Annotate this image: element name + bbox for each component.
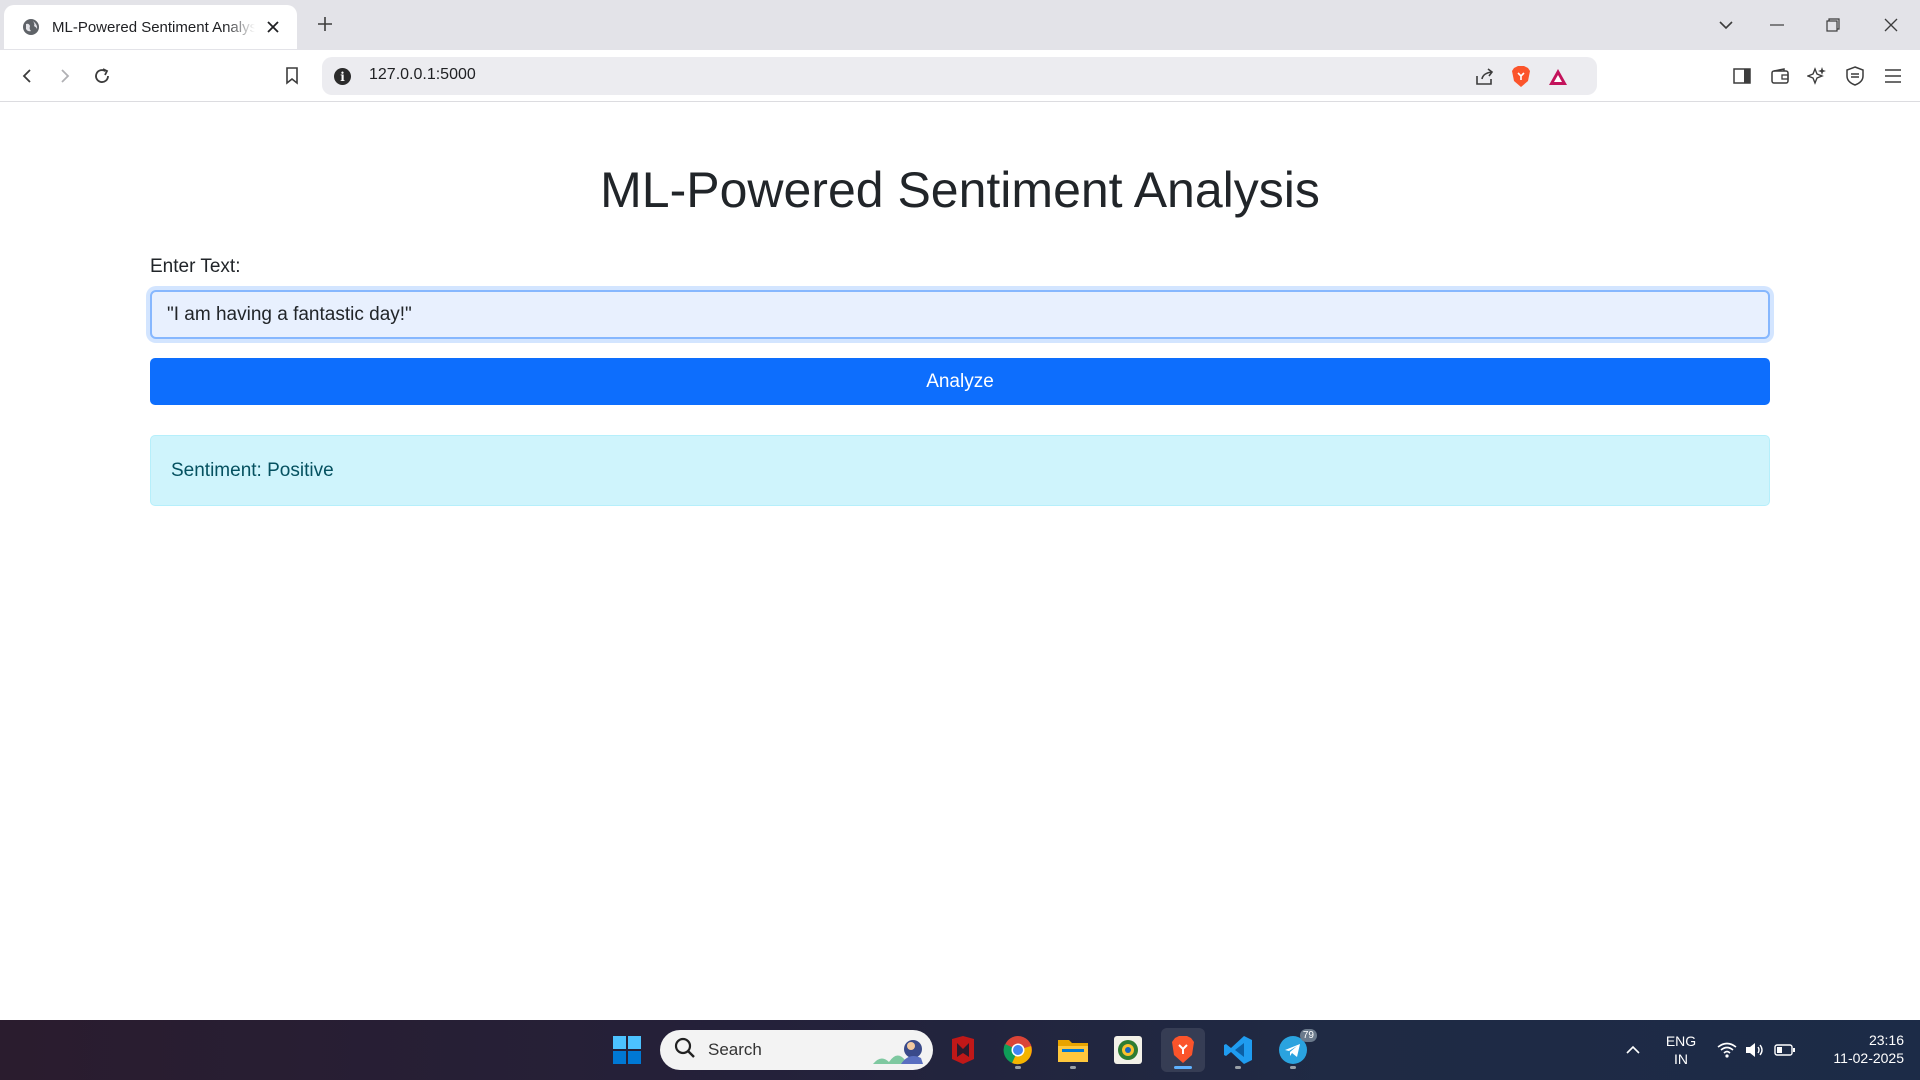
tab-title: ML-Powered Sentiment Analysis xyxy=(52,18,255,36)
language-code: ENG xyxy=(1665,1033,1697,1049)
new-tab-button[interactable] xyxy=(313,12,337,36)
clock[interactable]: 23:16 11-02-2025 xyxy=(1808,1031,1904,1067)
forward-button[interactable] xyxy=(51,62,79,90)
taskbar: Search 79 ENG IN 23:16 11-02-2025 xyxy=(0,1020,1920,1080)
browser-toolbar: i 127.0.0.1:5000 xyxy=(0,50,1920,102)
brave-rewards-icon[interactable] xyxy=(1545,64,1571,90)
windows-start-icon[interactable] xyxy=(605,1028,649,1072)
back-button[interactable] xyxy=(13,62,41,90)
browser-tab[interactable]: ML-Powered Sentiment Analysis xyxy=(4,5,297,49)
brave-icon[interactable] xyxy=(1161,1028,1205,1072)
reload-button[interactable] xyxy=(88,62,116,90)
vpn-shield-icon[interactable] xyxy=(1841,62,1869,90)
sentiment-result-alert: Sentiment: Positive xyxy=(150,435,1770,506)
brave-shields-icon[interactable] xyxy=(1508,64,1534,90)
file-explorer-icon[interactable] xyxy=(1051,1028,1095,1072)
analyze-button[interactable]: Analyze xyxy=(150,358,1770,405)
telegram-unread-badge: 79 xyxy=(1299,1029,1317,1042)
wallet-icon[interactable] xyxy=(1766,62,1794,90)
search-icon xyxy=(674,1037,696,1064)
leo-ai-icon[interactable] xyxy=(1803,62,1831,90)
site-info-icon[interactable]: i xyxy=(334,68,351,85)
search-highlight-illustration-icon xyxy=(871,1036,927,1071)
text-input-label: Enter Text: xyxy=(150,256,241,277)
clock-time: 23:16 xyxy=(1868,1032,1904,1048)
tab-search-chevron-icon[interactable] xyxy=(1701,0,1751,50)
emblem-app-icon[interactable] xyxy=(1106,1028,1150,1072)
telegram-icon[interactable]: 79 xyxy=(1271,1028,1317,1072)
show-hidden-icons-chevron-icon[interactable] xyxy=(1622,1040,1644,1060)
address-url: 127.0.0.1:5000 xyxy=(369,66,476,83)
sidebar-icon[interactable] xyxy=(1728,62,1756,90)
close-window-button[interactable] xyxy=(1866,0,1916,50)
address-bar[interactable]: i 127.0.0.1:5000 xyxy=(322,57,1597,95)
bookmark-icon[interactable] xyxy=(278,62,306,90)
vscode-running-indicator xyxy=(1235,1066,1241,1069)
share-icon[interactable] xyxy=(1472,64,1498,90)
explorer-running-indicator xyxy=(1070,1066,1076,1069)
page-title: ML-Powered Sentiment Analysis xyxy=(600,162,1320,218)
restore-button[interactable] xyxy=(1808,0,1858,50)
volume-icon[interactable] xyxy=(1744,1040,1766,1060)
wifi-icon[interactable] xyxy=(1716,1040,1738,1060)
sentiment-result-text: Sentiment: Positive xyxy=(171,459,334,481)
menu-icon[interactable] xyxy=(1879,62,1907,90)
taskbar-search-box[interactable]: Search xyxy=(660,1030,933,1070)
search-placeholder: Search xyxy=(708,1040,762,1059)
mcafee-icon[interactable] xyxy=(941,1028,985,1072)
brave-active-indicator xyxy=(1174,1066,1192,1069)
vscode-icon[interactable] xyxy=(1216,1028,1260,1072)
chrome-running-indicator xyxy=(1015,1066,1021,1069)
globe-icon xyxy=(22,18,40,36)
close-tab-icon[interactable] xyxy=(263,17,283,37)
chrome-icon[interactable] xyxy=(996,1028,1040,1072)
input-language-indicator[interactable]: ENG IN xyxy=(1660,1032,1702,1068)
language-region: IN xyxy=(1674,1051,1688,1067)
minimize-button[interactable] xyxy=(1752,0,1802,50)
tab-strip: ML-Powered Sentiment Analysis xyxy=(0,0,1920,50)
sentiment-text-input[interactable] xyxy=(150,290,1770,339)
telegram-running-indicator xyxy=(1290,1066,1296,1069)
battery-icon[interactable] xyxy=(1774,1040,1796,1060)
clock-date: 11-02-2025 xyxy=(1833,1050,1904,1066)
